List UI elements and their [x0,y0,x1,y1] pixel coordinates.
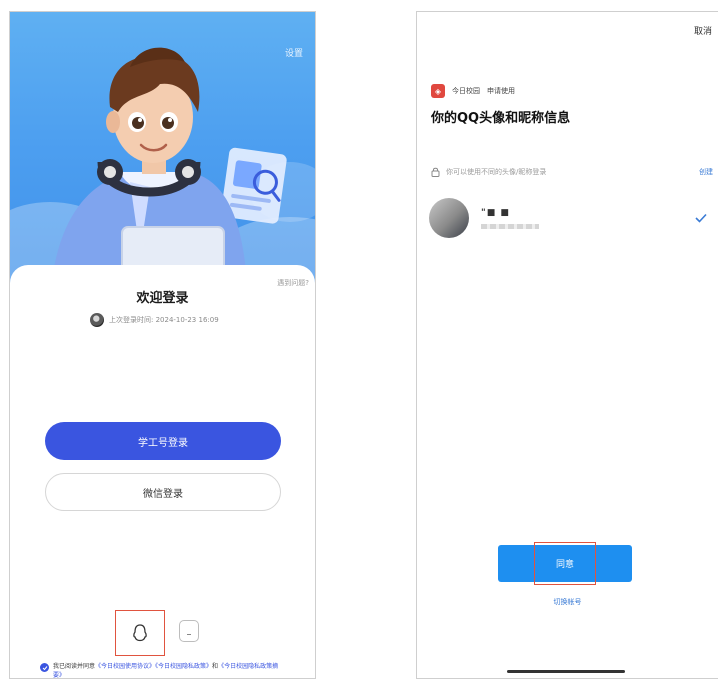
account-info: "■ ■ [481,208,695,229]
agreement-row: 我已阅读并同意《今日校园使用协议》《今日校园隐私政策》和《今日校园隐私政策摘要》 [40,662,285,678]
privacy-link[interactable]: 《今日校园隐私政策》 [155,663,212,670]
terms-link[interactable]: 《今日校园使用协议》 [95,663,155,670]
avatar [90,313,104,327]
qq-authorization-screen: 取消 ◈ 今日校园 申请使用 你的QQ头像和昵称信息 你可以使用不同的头像/昵称… [416,11,718,679]
welcome-title: 欢迎登录 [136,291,189,306]
qq-icon [133,624,147,642]
agreement-checkbox[interactable] [40,663,49,672]
qq-login-button[interactable] [115,610,165,656]
agree-button[interactable]: 同意 [498,545,632,582]
hint-row: 你可以使用不同的头像/昵称登录 创建 [431,167,713,177]
lock-icon [431,167,440,177]
phone-login-button[interactable] [179,620,199,642]
hero-illustration: 设置 [10,12,315,302]
agree-button-label: 同意 [555,560,574,570]
login-screen: 设置 遇到问题? 欢迎登录 上次登录时间: 2024-10-23 16:09 学… [9,11,316,679]
account-option[interactable]: "■ ■ [429,197,713,239]
student-id-login-button[interactable]: 学工号登录 [45,422,281,460]
check-icon [42,665,47,670]
checkmark-icon [695,213,707,223]
hint-text: 你可以使用不同的头像/昵称登录 [446,168,547,176]
home-indicator [507,670,625,673]
avatar [429,198,469,238]
agreement-text: 我已阅读并同意《今日校园使用协议》《今日校园隐私政策》和《今日校园隐私政策摘要》 [53,662,285,678]
cancel-button[interactable]: 取消 [694,24,712,37]
permission-title: 你的QQ头像和昵称信息 [431,111,571,126]
create-link[interactable]: 创建 [699,167,713,177]
phone-icon [187,634,191,635]
last-login-text: 上次登录时间: 2024-10-23 16:09 [109,316,219,324]
login-card: 遇到问题? 欢迎登录 上次登录时间: 2024-10-23 16:09 学工号登… [10,265,315,678]
last-login-info: 上次登录时间: 2024-10-23 16:09 [90,313,219,327]
app-logo-icon: ◈ [431,84,445,98]
switch-account-link[interactable]: 切换帐号 [417,597,718,607]
account-id-redacted [481,223,539,229]
request-text: 申请使用 [487,87,515,95]
account-name: "■ ■ [481,207,510,218]
settings-link[interactable]: 设置 [285,46,303,59]
app-request-row: ◈ 今日校园 申请使用 [431,84,515,98]
app-name: 今日校园 [452,87,480,95]
student-illustration [50,47,287,302]
agreement-prefix: 我已阅读并同意 [53,663,96,670]
wechat-login-button[interactable]: 微信登录 [45,473,281,511]
